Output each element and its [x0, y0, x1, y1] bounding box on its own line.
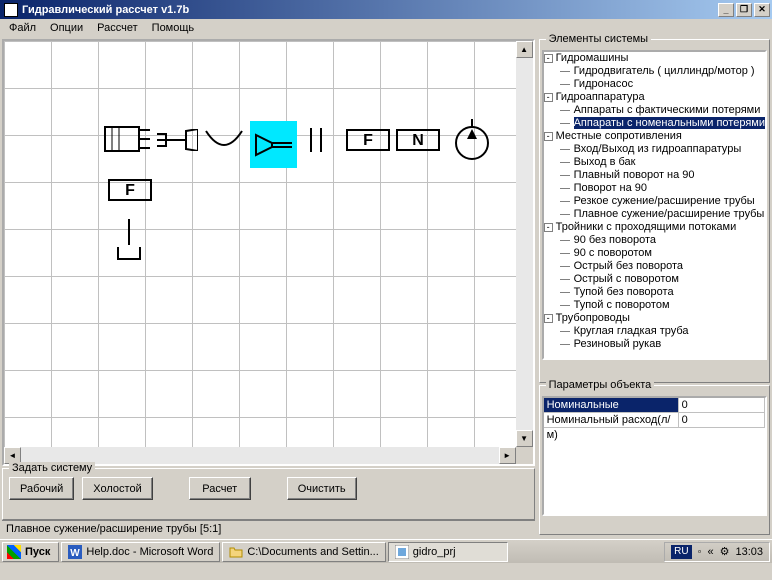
app-task-icon — [395, 545, 409, 559]
tree-group-label: Элементы системы — [546, 33, 651, 45]
idle-button[interactable]: Холостой — [82, 477, 152, 500]
tree-blunt-yes[interactable]: Тупой с поворотом — [558, 299, 765, 312]
element-tree[interactable]: -Гидромашины Гидродвигатель ( циллиндр/м… — [542, 50, 767, 360]
symbol-horn[interactable] — [156, 129, 198, 151]
canvas-area[interactable]: F N F ▲ ▼ ◄ ► — [2, 39, 535, 466]
symbol-f-box[interactable]: F — [346, 129, 390, 151]
taskbar: Пуск W Help.doc - Microsoft Word C:\Docu… — [0, 539, 772, 563]
status-text: Плавное сужение/расширение трубы [5:1] — [6, 523, 221, 535]
tree-app-nominal[interactable]: Аппараты с номенальными потерями — [558, 117, 765, 130]
tree-tees[interactable]: -Тройники с проходящими потоками — [544, 221, 765, 234]
param-row-nominal-flow[interactable]: Номинальный расход(л/м) 0 — [544, 413, 765, 428]
vertical-scrollbar[interactable]: ▲ ▼ — [516, 41, 533, 447]
tree-hydro-pump[interactable]: Гидронасос — [558, 78, 765, 91]
menu-help[interactable]: Помощь — [145, 20, 202, 36]
scroll-corner — [516, 447, 533, 464]
word-icon: W — [68, 545, 82, 559]
param-row-nominal-loss[interactable]: Номинальные потери(МПа 0 — [544, 398, 765, 413]
grid — [4, 41, 533, 464]
title-bar: Гидравлический рассчет v1.7b _ ❐ ✕ — [0, 0, 772, 19]
status-bar: Плавное сужение/расширение трубы [5:1] — [2, 520, 535, 537]
tree-app-actual[interactable]: Аппараты с фактическими потерями — [558, 104, 765, 117]
task-gidro-prj[interactable]: gidro_prj — [388, 542, 508, 562]
tree-blunt-no[interactable]: Тупой без поворота — [558, 286, 765, 299]
symbol-f-box-2[interactable]: F — [108, 179, 152, 201]
folder-icon — [229, 545, 243, 559]
calc-button[interactable]: Расчет — [189, 477, 251, 500]
task-help-doc[interactable]: W Help.doc - Microsoft Word — [61, 542, 220, 562]
tree-hydro-machines[interactable]: -Гидромашины — [544, 52, 765, 65]
tree-sharp-no[interactable]: Острый без поворота — [558, 260, 765, 273]
param-nominal-loss-label: Номинальные потери(МПа — [544, 398, 679, 413]
svg-text:F: F — [363, 132, 373, 149]
language-indicator[interactable]: RU — [671, 545, 691, 559]
svg-text:W: W — [71, 548, 81, 559]
clear-button[interactable]: Очистить — [287, 477, 357, 500]
param-nominal-flow-value[interactable]: 0 — [679, 413, 765, 428]
tree-out-tank[interactable]: Выход в бак — [558, 156, 765, 169]
params-group-label: Параметры объекта — [546, 379, 655, 391]
symbol-pump-circle[interactable] — [454, 119, 490, 161]
symbol-n-box[interactable]: N — [396, 129, 440, 151]
start-button[interactable]: Пуск — [2, 542, 59, 562]
tree-local-resist[interactable]: -Местные сопротивления — [544, 130, 765, 143]
tree-t90-no[interactable]: 90 без поворота — [558, 234, 765, 247]
tray-icon-1[interactable]: ◦ — [698, 546, 702, 558]
work-button[interactable]: Рабочий — [9, 477, 74, 500]
tree-hydro-motor[interactable]: Гидродвигатель ( циллиндр/мотор ) — [558, 65, 765, 78]
tree-rubber[interactable]: Резиновый рукав — [558, 338, 765, 351]
tray-icon-3[interactable]: ⚙ — [720, 545, 730, 558]
symbol-selected-funnel[interactable] — [250, 121, 297, 168]
params-table[interactable]: Номинальные потери(МПа 0 Номинальный рас… — [542, 396, 767, 516]
task-explorer[interactable]: C:\Documents and Settin... — [222, 542, 385, 562]
tree-in-out[interactable]: Вход/Выход из гидроаппаратyры — [558, 143, 765, 156]
system-tray[interactable]: RU ◦ « ⚙ 13:03 — [664, 542, 770, 562]
tree-smooth-90[interactable]: Плавный поворот на 90 — [558, 169, 765, 182]
symbol-tank[interactable] — [116, 219, 142, 261]
system-group: Задать системy Рабочий Холостой Расчет О… — [2, 468, 535, 520]
param-nominal-loss-value[interactable]: 0 — [679, 398, 765, 413]
param-nominal-flow-label: Номинальный расход(л/м) — [544, 413, 679, 428]
system-group-label: Задать системy — [9, 462, 95, 474]
tree-sharp-constrict[interactable]: Резкое сyжение/расширение трyбы — [558, 195, 765, 208]
svg-text:N: N — [412, 132, 424, 149]
scroll-up-button[interactable]: ▲ — [516, 41, 533, 58]
window-title: Гидравлический рассчет v1.7b — [22, 4, 716, 16]
windows-logo-icon — [7, 545, 21, 559]
menu-calc[interactable]: Рассчет — [90, 20, 145, 36]
tree-t90-yes[interactable]: 90 с поворотом — [558, 247, 765, 260]
symbol-rect-bars[interactable] — [104, 126, 150, 152]
svg-text:F: F — [125, 182, 135, 199]
tray-icon-2[interactable]: « — [707, 546, 713, 558]
scroll-right-button[interactable]: ► — [499, 447, 516, 464]
tree-hydro-apparatus[interactable]: -Гидроаппаратyра — [544, 91, 765, 104]
close-button[interactable]: ✕ — [754, 3, 770, 17]
tree-sharp-yes[interactable]: Острый с поворотом — [558, 273, 765, 286]
menu-options[interactable]: Опции — [43, 20, 90, 36]
menu-file[interactable]: Файл — [2, 20, 43, 36]
scroll-down-button[interactable]: ▼ — [516, 430, 533, 447]
tree-round-pipe[interactable]: Круглая гладкая труба — [558, 325, 765, 338]
maximize-button[interactable]: ❐ — [736, 3, 752, 17]
clock[interactable]: 13:03 — [735, 546, 763, 558]
menu-bar: Файл Опции Рассчет Помощь — [0, 19, 772, 37]
tree-pipes[interactable]: -Трубопроводы — [544, 312, 765, 325]
symbol-arc[interactable] — [204, 129, 244, 151]
symbol-parallel-lines[interactable] — [306, 126, 326, 154]
app-icon — [4, 3, 18, 17]
tree-smooth-constrict[interactable]: Плавное сyжение/расширение трyбы — [558, 208, 765, 221]
minimize-button[interactable]: _ — [718, 3, 734, 17]
tree-turn-90[interactable]: Поворот на 90 — [558, 182, 765, 195]
